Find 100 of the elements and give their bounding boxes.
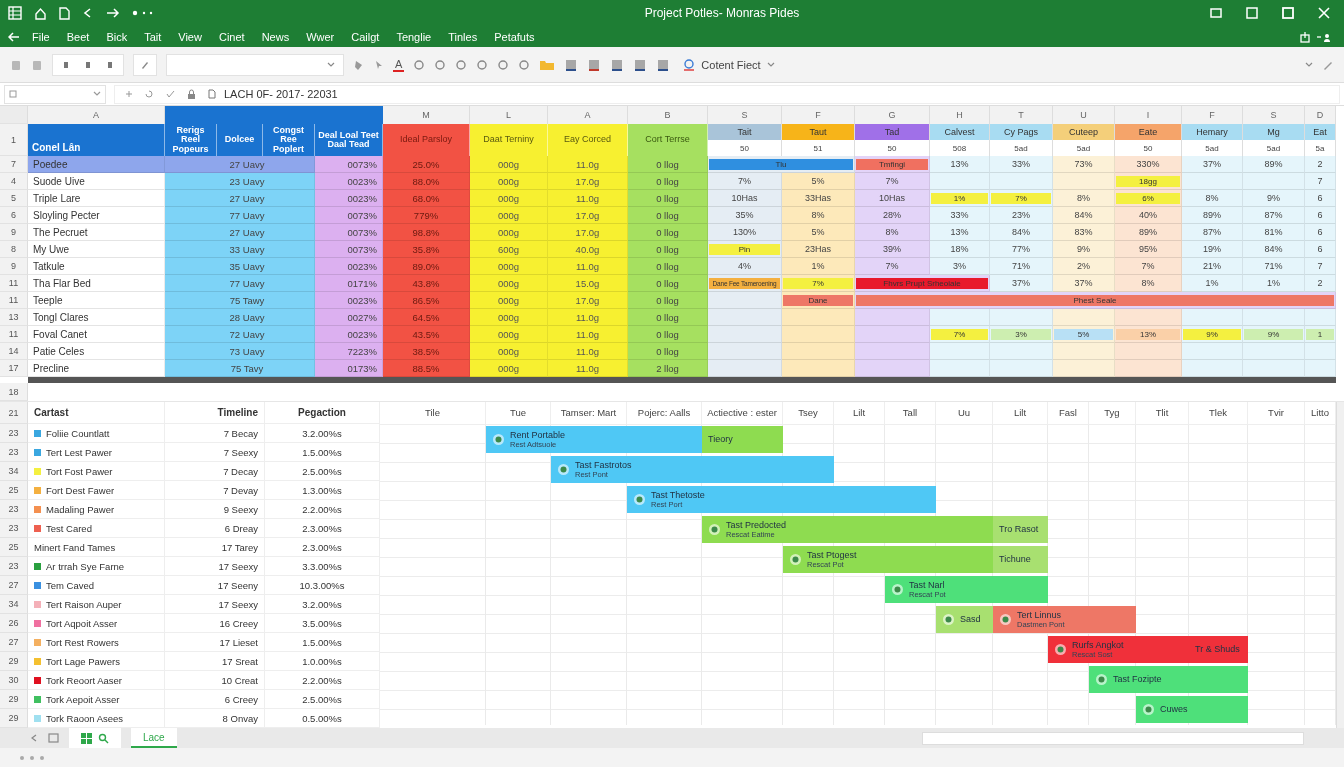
column-letter[interactable]: U <box>1053 106 1115 124</box>
previous-sheet-icon[interactable] <box>30 734 38 742</box>
menu-item[interactable]: Beet <box>66 30 90 43</box>
menu-item[interactable]: Tenglie <box>396 30 432 43</box>
menu-item[interactable]: Petafuts <box>494 30 535 43</box>
column-letter[interactable]: B <box>628 106 708 124</box>
column-letter[interactable]: S <box>1243 106 1305 124</box>
table-cell: 11.0g <box>548 343 628 360</box>
text-color-button[interactable]: A <box>393 57 405 72</box>
row-number: 27 <box>0 576 28 595</box>
task-name: Tert Raison Auper <box>46 598 122 610</box>
column-letter[interactable]: L <box>470 106 548 124</box>
scroll-bar[interactable] <box>922 731 1304 745</box>
table-cell: 9% <box>1053 241 1115 258</box>
share-icon[interactable] <box>1300 30 1310 43</box>
column-letter[interactable]: D <box>1305 106 1336 124</box>
menu-item[interactable]: View <box>178 30 202 43</box>
table-cell: 000g <box>470 309 548 326</box>
style-dropdown[interactable]: Cotent Fiect <box>679 56 779 73</box>
table-cell: 77 Uavy <box>165 275 315 292</box>
more-icon[interactable] <box>132 9 154 17</box>
task-bar[interactable]: Tast Fozipte <box>1089 666 1248 694</box>
close-icon[interactable] <box>1318 7 1330 19</box>
sheet-icon[interactable] <box>48 733 59 743</box>
table-cell: 88.5% <box>383 360 470 377</box>
menu-item[interactable]: News <box>261 30 290 43</box>
pointer-icon[interactable] <box>374 59 384 70</box>
formula-field[interactable]: LACH 0F- 2017- 22031 <box>114 84 1340 104</box>
spreadsheet-icon[interactable] <box>8 6 22 20</box>
task-bar[interactable]: Tr & Shuds <box>1189 636 1248 664</box>
column-letter[interactable]: A <box>28 106 165 124</box>
table-cell: 9 Seexy <box>165 500 265 519</box>
task-icon <box>891 583 904 597</box>
column-letter[interactable]: I <box>1115 106 1182 124</box>
restore-icon[interactable] <box>1246 7 1258 19</box>
scroll-bar[interactable] <box>1336 402 1344 728</box>
highlight-bar: 7% <box>991 192 1051 204</box>
table-cell: Tatkule <box>28 258 165 275</box>
table-cell: 17 Sreat <box>165 652 265 671</box>
account-icon[interactable] <box>1316 31 1330 42</box>
table-cell: My Uwe <box>28 241 165 258</box>
minimize-icon[interactable] <box>1210 8 1222 18</box>
table-cell: 0 llog <box>628 190 708 207</box>
timeline-header: Actiective : ester <box>702 402 783 424</box>
name-box[interactable] <box>4 84 106 104</box>
caret-icon[interactable] <box>1305 61 1313 68</box>
table-cell: 7% <box>1115 258 1182 275</box>
home-icon[interactable] <box>34 6 47 20</box>
column-letter[interactable]: T <box>990 106 1053 124</box>
bar-title: Tast Predocted <box>726 521 787 531</box>
undo-icon <box>145 90 154 98</box>
row-number: 14 <box>0 343 28 360</box>
folder-icon[interactable] <box>539 58 556 71</box>
file-icon[interactable] <box>59 6 70 20</box>
table-cell: 86.5% <box>383 292 470 309</box>
column-letter[interactable]: F <box>1182 106 1243 124</box>
task-bar[interactable]: Tichune <box>993 546 1048 574</box>
task-bar[interactable]: Cuwes <box>1136 696 1248 724</box>
table-cell: 8% <box>1182 190 1243 207</box>
maximize-icon[interactable] <box>1282 7 1294 19</box>
column-letter[interactable]: A <box>548 106 628 124</box>
sheet-grid-icon <box>81 732 92 744</box>
task-name: Madaling Pawer <box>46 503 115 515</box>
table-cell: 0027% <box>315 309 383 326</box>
menu-item[interactable]: Tait <box>144 30 162 43</box>
column-header: Conel Lân <box>28 124 165 156</box>
table-cell: 779% <box>383 207 470 224</box>
task-bar[interactable]: Sasd <box>936 606 993 634</box>
menu-item[interactable]: Tinles <box>448 30 478 43</box>
column-letter[interactable]: G <box>855 106 930 124</box>
highlight-bar: 1 <box>1306 328 1334 340</box>
table-cell: 17.0g <box>548 207 628 224</box>
task-bar[interactable]: Tieory <box>702 426 783 454</box>
table-cell: 71% <box>990 258 1053 275</box>
task-bar[interactable]: Tro Rasot <box>993 516 1048 544</box>
font-field[interactable] <box>166 53 344 76</box>
column-header: Tait <box>708 124 781 140</box>
timeline-header: Tue <box>486 402 551 424</box>
menu-item[interactable]: Bick <box>106 30 128 43</box>
menu-item[interactable]: File <box>32 30 50 43</box>
redo-icon[interactable] <box>106 7 120 19</box>
row-number: 27 <box>0 633 28 652</box>
column-letter[interactable]: H <box>930 106 990 124</box>
brush-button[interactable] <box>133 53 157 76</box>
menu-item[interactable]: Wwer <box>306 30 335 43</box>
column-letter[interactable]: S <box>708 106 782 124</box>
table-cell: 000g <box>470 156 548 173</box>
sheet-tab[interactable] <box>69 728 121 748</box>
column-header: Ideal Parsloy <box>383 124 470 156</box>
caret-icon <box>327 61 335 68</box>
column-letter[interactable]: M <box>383 106 470 124</box>
table-cell: 11.0g <box>548 156 628 173</box>
table-cell: 16 Creey <box>165 614 265 633</box>
sheet-tab[interactable]: Lace <box>131 728 177 748</box>
row-number: 17 <box>0 360 28 377</box>
table-cell: 0 llog <box>628 258 708 275</box>
menu-item[interactable]: Cinet <box>218 30 245 43</box>
column-letter[interactable]: F <box>782 106 855 124</box>
back-icon[interactable] <box>8 31 20 42</box>
menu-item[interactable]: Cailgt <box>351 30 380 43</box>
